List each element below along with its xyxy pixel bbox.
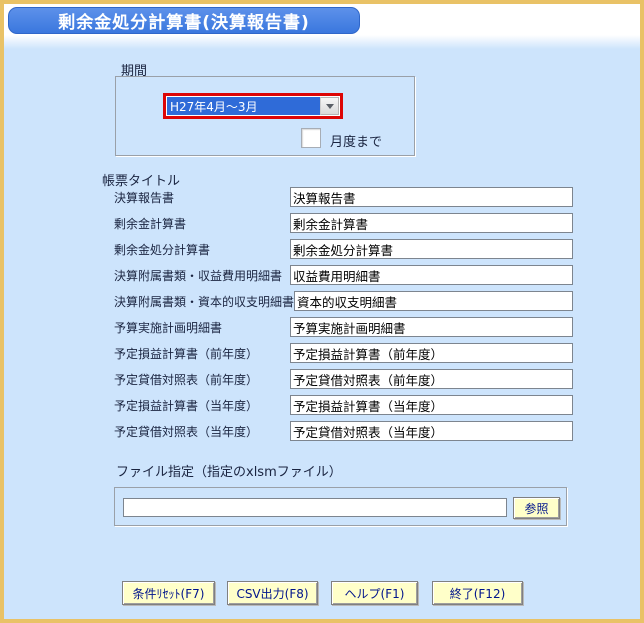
report-title-row: 決算附属書類・収益費用明細書 収益費用明細書 <box>114 262 573 288</box>
window-title: 剰余金処分計算書(決算報告書) <box>58 13 310 33</box>
reset-conditions-button[interactable]: 条件ﾘｾｯﾄ(F7) <box>122 581 215 605</box>
report-title-input[interactable]: 剰余金計算書 <box>290 213 573 233</box>
title-strip-gradient <box>4 35 640 49</box>
report-title-input[interactable]: 収益費用明細書 <box>290 265 573 285</box>
report-title-row-label: 予定損益計算書（前年度） <box>114 346 259 361</box>
report-title-row-label: 予算実施計画明細書 <box>114 320 223 335</box>
csv-export-button[interactable]: CSV出力(F8) <box>227 581 318 605</box>
report-title-input[interactable]: 予定損益計算書（当年度） <box>290 395 573 415</box>
report-title-row-label: 予定貸借対照表（当年度） <box>114 424 259 439</box>
dropdown-button[interactable] <box>320 97 339 115</box>
chevron-down-icon <box>325 103 334 109</box>
file-spec-section-label: ファイル指定（指定のxlsmファイル） <box>116 465 342 480</box>
report-title-row: 予算実施計画明細書 予算実施計画明細書 <box>114 314 573 340</box>
report-title-row: 予定損益計算書（当年度） 予定損益計算書（当年度） <box>114 392 573 418</box>
period-dropdown-value: H27年4月～3月 <box>167 97 320 115</box>
help-button[interactable]: ヘルプ(F1) <box>331 581 418 605</box>
report-title-row-label: 剰余金計算書 <box>114 216 187 231</box>
report-title-row: 予定貸借対照表（当年度） 予定貸借対照表（当年度） <box>114 418 573 444</box>
month-limit-checkbox-label: 月度まで <box>330 135 383 150</box>
report-title-row-label: 剰余金処分計算書 <box>114 242 211 257</box>
report-title-row-label: 決算附属書類・資本的収支明細書 <box>114 294 295 309</box>
report-title-input[interactable]: 決算報告書 <box>290 187 573 207</box>
report-title-row-label: 予定損益計算書（当年度） <box>114 398 259 413</box>
report-title-row: 予定損益計算書（前年度） 予定損益計算書（前年度） <box>114 340 573 366</box>
browse-button-label: 参照 <box>524 501 549 516</box>
report-title-row: 決算附属書類・資本的収支明細書 資本的収支明細書 <box>114 288 573 314</box>
report-title-row: 剰余金計算書 剰余金計算書 <box>114 210 573 236</box>
report-title-rows: 決算報告書 決算報告書 剰余金計算書 剰余金計算書 剰余金処分計算書 剰余金処分計算書 決算… <box>114 184 573 444</box>
period-groupbox: H27年4月～3月 月度まで <box>115 76 415 156</box>
month-limit-checkbox[interactable] <box>301 128 321 148</box>
report-title-input[interactable]: 予定貸借対照表（前年度） <box>290 369 573 389</box>
report-title-input[interactable]: 剰余金処分計算書 <box>290 239 573 259</box>
period-dropdown[interactable]: H27年4月～3月 <box>163 93 343 119</box>
report-title-input[interactable]: 予算実施計画明細書 <box>290 317 573 337</box>
report-title-row-label: 決算報告書 <box>114 190 175 205</box>
exit-button[interactable]: 終了(F12) <box>432 581 523 605</box>
dialog-window: 剰余金処分計算書(決算報告書) 期間 H27年4月～3月 月度まで 帳票タイトル… <box>0 0 644 623</box>
report-title-row-label: 予定貸借対照表（前年度） <box>114 372 259 387</box>
browse-button[interactable]: 参照 <box>513 497 560 519</box>
report-title-row: 予定貸借対照表（前年度） 予定貸借対照表（前年度） <box>114 366 573 392</box>
report-title-input[interactable]: 予定貸借対照表（当年度） <box>290 421 573 441</box>
report-title-row: 決算報告書 決算報告書 <box>114 184 573 210</box>
report-title-row-label: 決算附属書類・収益費用明細書 <box>114 268 283 283</box>
file-spec-groupbox: 参照 <box>114 487 567 526</box>
file-path-input[interactable] <box>123 498 507 517</box>
report-title-input[interactable]: 資本的収支明細書 <box>294 291 573 311</box>
report-title-row: 剰余金処分計算書 剰余金処分計算書 <box>114 236 573 262</box>
window-title-bar: 剰余金処分計算書(決算報告書) <box>8 7 360 34</box>
report-title-input[interactable]: 予定損益計算書（前年度） <box>290 343 573 363</box>
